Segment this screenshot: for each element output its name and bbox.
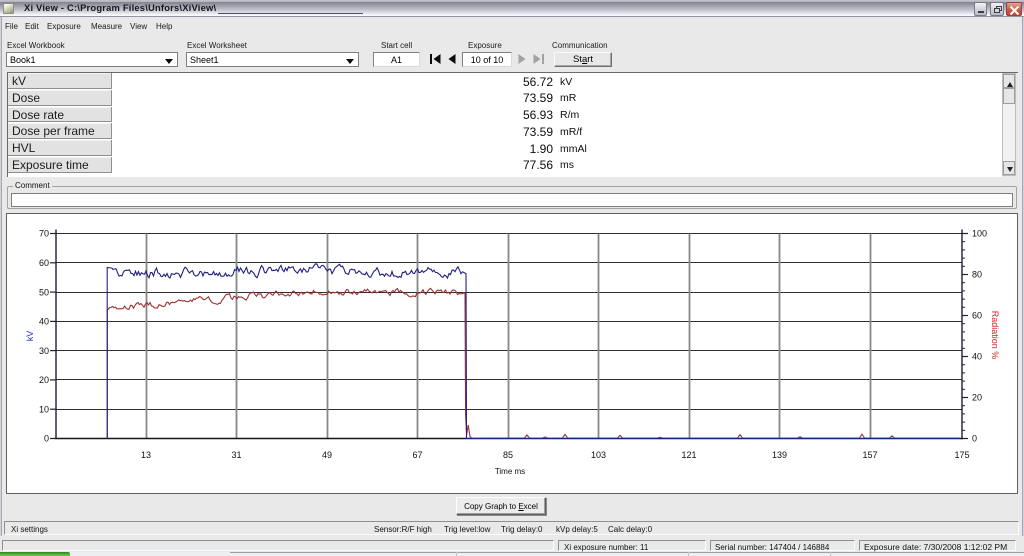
svg-text:0: 0 — [44, 434, 49, 444]
svg-text:80: 80 — [972, 270, 982, 280]
svg-text:Radiation %: Radiation % — [990, 311, 1000, 360]
svg-text:40: 40 — [39, 317, 49, 327]
svg-text:13: 13 — [141, 450, 151, 460]
svg-text:kV: kV — [25, 331, 35, 342]
svg-text:157: 157 — [862, 450, 877, 460]
svg-text:60: 60 — [39, 258, 49, 268]
svg-text:Time ms: Time ms — [495, 467, 525, 476]
svg-text:30: 30 — [39, 346, 49, 356]
svg-text:50: 50 — [39, 287, 49, 297]
svg-text:49: 49 — [322, 450, 332, 460]
svg-text:10: 10 — [39, 404, 49, 414]
svg-text:175: 175 — [954, 450, 969, 460]
svg-text:67: 67 — [412, 450, 422, 460]
svg-text:0: 0 — [972, 434, 977, 444]
svg-text:20: 20 — [972, 393, 982, 403]
svg-text:70: 70 — [39, 229, 49, 239]
svg-text:100: 100 — [972, 229, 987, 239]
svg-text:121: 121 — [681, 450, 696, 460]
svg-text:40: 40 — [972, 352, 982, 362]
svg-text:31: 31 — [231, 450, 241, 460]
svg-text:139: 139 — [772, 450, 787, 460]
svg-text:85: 85 — [503, 450, 513, 460]
svg-text:103: 103 — [591, 450, 606, 460]
svg-text:60: 60 — [972, 311, 982, 321]
svg-text:20: 20 — [39, 375, 49, 385]
